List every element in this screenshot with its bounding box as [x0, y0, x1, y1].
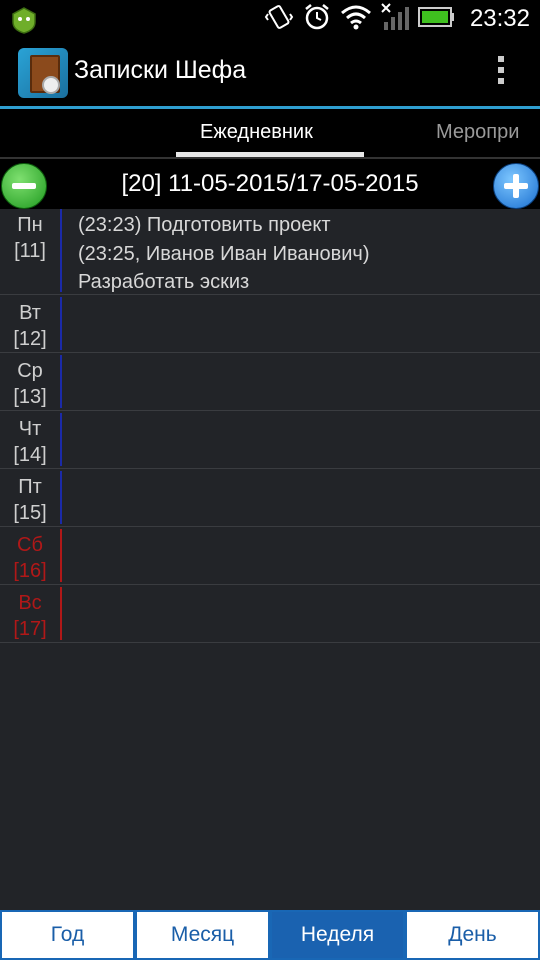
event-item[interactable]: (23:25, Иванов Иван Иванович) Разработат… [78, 240, 370, 296]
week-header: [20] 11-05-2015/17-05-2015 [0, 157, 540, 209]
bottom-navigation: Год Месяц Неделя День [0, 910, 540, 960]
day-label: Ср [13] [13, 360, 47, 408]
day-row-sunday[interactable]: Вс [17] [0, 585, 540, 643]
day-row-thursday[interactable]: Чт [14] [0, 411, 540, 469]
day-label: Вт [12] [13, 302, 47, 350]
vibrate-icon [264, 2, 294, 36]
day-separator [60, 413, 62, 466]
next-week-button[interactable] [493, 163, 539, 209]
day-separator [60, 471, 62, 524]
day-row-monday[interactable]: Пн [11] (23:23) Подготовить проект (23:25… [0, 207, 540, 295]
nav-day-button[interactable]: День [405, 910, 540, 960]
day-row-saturday[interactable]: Сб [16] [0, 527, 540, 585]
status-clock: 23:32 [469, 5, 530, 32]
android-shield-icon [10, 6, 38, 38]
day-separator [60, 587, 62, 640]
day-label: Сб [16] [13, 534, 47, 582]
week-title: [20] 11-05-2015/17-05-2015 [121, 170, 419, 197]
action-bar: Записки Шефа [0, 38, 540, 108]
alarm-icon [302, 2, 332, 36]
nav-year-button[interactable]: Год [0, 910, 135, 960]
day-separator [60, 529, 62, 582]
day-label: Вс [17] [13, 592, 47, 640]
app-title: Записки Шефа [74, 56, 247, 84]
event-item[interactable]: (23:23) Подготовить проект [78, 211, 370, 239]
day-label: Пн [11] [14, 214, 46, 262]
day-separator [60, 209, 62, 292]
wifi-icon [340, 3, 372, 35]
day-label: Пт [15] [13, 476, 47, 524]
day-events: (23:23) Подготовить проект (23:25, Ивано… [78, 211, 370, 297]
tab-events[interactable]: Меропри [436, 121, 519, 144]
week-days-list: Пн [11] (23:23) Подготовить проект (23:25… [0, 207, 540, 643]
day-separator [60, 355, 62, 408]
tab-diary[interactable]: Ежедневник [200, 121, 313, 144]
overflow-menu-icon[interactable] [496, 56, 506, 90]
day-row-friday[interactable]: Пт [15] [0, 469, 540, 527]
nav-week-button[interactable]: Неделя [270, 910, 405, 960]
battery-icon [417, 6, 456, 32]
day-label: Чт [14] [13, 418, 47, 466]
app-logo-icon[interactable] [18, 48, 68, 98]
signal-icon [380, 2, 410, 36]
day-row-wednesday[interactable]: Ср [13] [0, 353, 540, 411]
status-bar: 23:32 [0, 0, 540, 38]
nav-month-button[interactable]: Месяц [135, 910, 270, 960]
day-row-tuesday[interactable]: Вт [12] [0, 295, 540, 353]
day-separator [60, 297, 62, 350]
tab-strip: Ежедневник Меропри [0, 109, 540, 157]
